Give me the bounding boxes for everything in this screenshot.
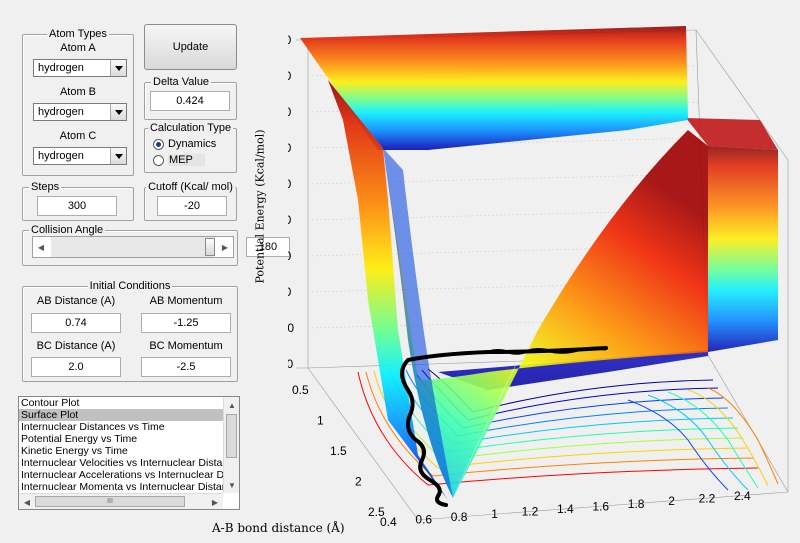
list-item[interactable]: Potential Energy vs Time [19,433,223,445]
y-tick-label: 1 [317,414,324,428]
radio-selected-icon[interactable] [153,138,164,150]
ab-distance-input[interactable]: 0.74 [31,313,121,333]
radio-unselected-icon[interactable] [153,154,164,166]
x-axis-label: A-B bond distance (Å) [212,521,345,535]
x-tick-label: 1.8 [628,497,645,511]
scroll-thumb[interactable] [226,414,237,458]
delta-title: Delta Value [151,76,212,88]
vertical-scrollbar[interactable]: ▲ ▼ [223,397,239,493]
atom-a-select[interactable]: hydrogen [33,59,127,77]
list-item[interactable]: Kinetic Energy vs Time [19,445,223,457]
y-tick-label: 0.5 [292,383,309,397]
arrow-left-icon[interactable]: ◀ [33,239,49,255]
atom-types-title: Atom Types [47,28,109,40]
z-tick-label: -80 [288,249,292,263]
collision-angle-slider[interactable]: ◀ ▶ [32,236,234,258]
arrow-right-icon[interactable]: ▶ [217,239,233,255]
plot-type-list[interactable]: Contour Plot Surface Plot Internuclear Dis… [18,396,240,510]
atom-b-value: hydrogen [38,106,84,118]
ab-momentum-label: AB Momentum [149,295,223,307]
chevron-down-icon[interactable] [110,60,126,76]
atom-c-value: hydrogen [38,150,84,162]
y-tick-label: 1.5 [330,444,347,458]
z-tick-label: -90 [288,285,292,299]
z-axis-label: Potential Energy (Kcal/mol) [253,129,267,284]
steps-input[interactable]: 300 [37,196,117,216]
x-tick-label: 0.6 [415,512,432,526]
update-button-label: Update [172,41,209,53]
arrow-down-icon[interactable]: ▼ [224,477,239,493]
calc-type-panel: Calculation Type [144,122,237,173]
z-tick-label: -50 [288,141,292,155]
delta-input[interactable]: 0.424 [150,91,230,111]
list-item[interactable]: Internuclear Distances vs Time [19,421,223,433]
surface-plot: -20-30-40-50-60-70-80-90-100-1100.40.60.… [288,26,789,529]
arrow-left-icon[interactable]: ◀ [19,494,35,509]
surface-right-wall [708,146,778,352]
radio-mep-label: MEP [168,154,205,166]
z-tick-label: -70 [288,213,292,227]
x-tick-label: 2.4 [734,489,751,503]
slider-track[interactable] [51,237,215,257]
plot-type-items: Contour Plot Surface Plot Internuclear Dis… [19,397,223,493]
z-tick-label: -40 [288,105,292,119]
calc-type-title: Calculation Type [147,122,234,134]
list-item[interactable]: Contour Plot [19,397,223,409]
z-tick-label: -20 [288,33,292,47]
x-tick-label: 1.6 [592,499,609,513]
bc-momentum-label: BC Momentum [149,340,223,352]
hscroll-grip: III [107,498,113,505]
radio-dynamics-label: Dynamics [168,138,217,150]
atom-b-select[interactable]: hydrogen [33,103,127,121]
x-tick-label: 2.2 [699,492,716,506]
cutoff-input[interactable]: -20 [157,196,227,216]
z-tick-label: -60 [288,177,292,191]
atom-c-select[interactable]: hydrogen [33,147,127,165]
z-tick-label: -100 [288,321,294,335]
atom-a-label: Atom A [60,42,96,54]
radio-mep[interactable]: MEP [153,154,205,166]
z-tick-label: -30 [288,69,292,83]
bc-distance-label: BC Distance (A) [36,340,116,352]
initial-conditions-title: Initial Conditions [87,280,173,292]
slider-thumb[interactable] [205,238,215,256]
y-tick-label: 2 [355,475,362,489]
bc-momentum-input[interactable]: -2.5 [141,357,231,377]
steps-title: Steps [29,181,62,193]
radio-dynamics[interactable]: Dynamics [153,138,216,150]
chevron-down-icon[interactable] [110,104,126,120]
list-item[interactable]: Internuclear Velocities vs Internuclear … [19,457,223,469]
update-button[interactable]: Update [144,24,237,70]
x-tick-label: 1.4 [557,502,574,516]
arrow-right-icon[interactable]: ▶ [207,494,223,509]
chevron-down-icon[interactable] [110,148,126,164]
x-tick-label: 1 [491,507,498,521]
collision-title: Collision Angle [29,224,106,236]
list-item[interactable]: Internuclear Accelerations vs Internucle… [19,469,223,481]
ab-momentum-input[interactable]: -1.25 [141,313,231,333]
x-tick-label: 2 [668,494,675,508]
y-tick-label: 2.5 [368,505,385,519]
list-item[interactable]: Surface Plot [19,409,223,421]
hscroll-thumb[interactable]: III [35,496,185,507]
atom-c-label: Atom C [59,130,97,142]
x-tick-label: 1.2 [522,505,539,519]
list-item[interactable]: Internuclear Momenta vs Internuclear Dis… [19,481,223,493]
atom-a-value: hydrogen [38,62,84,74]
atom-b-label: Atom B [59,86,97,98]
z-tick-label: -110 [288,357,293,371]
horizontal-scrollbar[interactable]: ◀ III ▶ [19,493,223,509]
arrow-up-icon[interactable]: ▲ [224,397,239,413]
bc-distance-input[interactable]: 2.0 [31,357,121,377]
cutoff-title: Cutoff (Kcal/ mol) [146,181,235,193]
x-tick-label: 0.8 [451,510,468,524]
ab-distance-label: AB Distance (A) [36,295,116,307]
